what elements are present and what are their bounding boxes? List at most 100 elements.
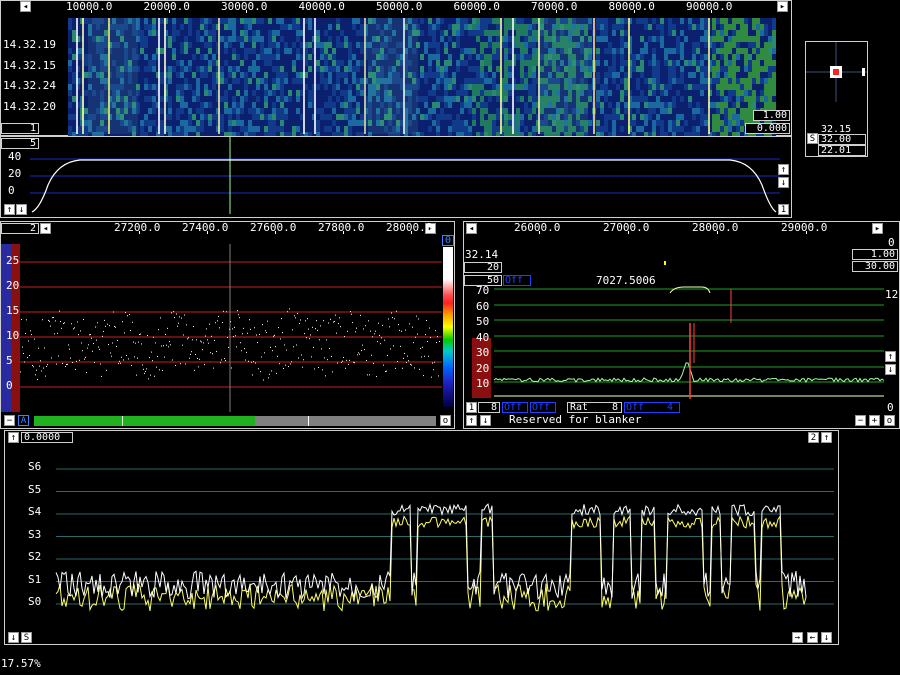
waterfall-pixel [204,24,208,30]
waterfall-image[interactable] [68,18,776,138]
waterfall-pixel [644,30,648,36]
smeter-down-button[interactable]: ↓ [8,632,19,643]
hires-scroll-right-button[interactable]: ▸ [872,223,883,234]
waterfall-offset-box[interactable]: 0.000 [745,123,790,134]
waterfall-pixel [172,54,176,60]
smeter-left-button[interactable]: ← [807,632,818,643]
waterfall-pixel [244,120,248,126]
waterfall-pixel [72,72,76,78]
baseband-dot [392,317,393,319]
spectrum-down-button[interactable]: ↓ [16,204,27,215]
waterfall-pixel [680,114,684,120]
hires-off-button-2[interactable]: Off [530,402,556,413]
waterfall-pixel [772,30,776,36]
smeter-right-button[interactable]: → [792,632,803,643]
waterfall-pixel [356,126,360,132]
waterfall-pixel [588,48,592,54]
smeter-up-button[interactable]: ↑ [8,432,19,443]
hires-box-20[interactable]: 20 [464,262,502,273]
waterfall-pixel [604,72,608,78]
hires-down-button[interactable]: ↓ [885,364,896,375]
waterfall-pixel [664,90,668,96]
waterfall-gain-box[interactable]: 1.00 [753,110,790,121]
waterfall-pixel [328,48,332,54]
spectrum-up-button[interactable]: ↑ [4,204,15,215]
hires-box-1[interactable]: 1 [466,402,477,413]
smeter-right-down-button[interactable]: ↓ [821,632,832,643]
waterfall-pixel [292,96,296,102]
waterfall-pixel [168,114,172,120]
waterfall-pixel [488,30,492,36]
baseband-dot [119,360,120,362]
baseband-dot [235,335,236,337]
hires-off-button-3[interactable]: Off 4 [624,402,680,413]
spectrum-average-box[interactable]: 5 [1,138,39,149]
waterfall-pixel [332,54,336,60]
spectrum-right-down-button[interactable]: ↓ [778,177,789,188]
baseband-dot [295,317,296,319]
waterfall-pixel [268,36,272,42]
waterfall-pixel [520,18,524,24]
baseband-a-button[interactable]: A [18,415,29,426]
smeter-graph[interactable] [55,455,836,630]
hires-off-button-1[interactable]: Off [502,402,528,413]
waterfall-pixel [524,120,528,126]
waterfall-pixel [620,114,624,120]
smeter-right-up-button[interactable]: ↑ [821,432,832,443]
waterfall-zoom-box[interactable]: 1 [1,123,39,134]
spectrum-corner-box[interactable]: 1 [778,204,789,215]
baseband-box[interactable]: 2 [1,223,39,234]
waterfall-pixel [180,48,184,54]
waterfall-pixel [460,78,464,84]
waterfall-pixel [176,66,180,72]
baseband-dot [375,330,376,332]
waterfall-pixel [480,114,484,120]
waterfall-pixel [684,102,688,108]
waterfall-pixel [344,102,348,108]
hires-rat-label[interactable]: Rat 8 [567,402,622,413]
hires-plus-button[interactable]: + [869,415,880,426]
waterfall-pixel [460,102,464,108]
waterfall-scroll-left-button[interactable]: ◂ [20,1,31,12]
baseband-signal-bar[interactable] [34,416,436,426]
spectrum-graph[interactable] [30,136,780,214]
waterfall-pixel [324,54,328,60]
waterfall-pixel [272,96,276,102]
baseband-dot [186,324,187,326]
pointer-s-button[interactable]: S [807,133,818,144]
smeter-value-box[interactable]: 0.0000 [21,432,73,443]
hires-minus-button[interactable]: − [855,415,866,426]
hires-down-small-button[interactable]: ↓ [480,415,491,426]
baseband-scroll-left-button[interactable]: ◂ [40,223,51,234]
hires-up-small-button[interactable]: ↑ [466,415,477,426]
waterfall-pixel [616,114,620,120]
baseband-o-button[interactable]: o [440,415,451,426]
hires-spectrum-graph[interactable] [493,261,885,399]
baseband-dot [174,317,175,319]
hires-o-button[interactable]: o [884,415,895,426]
hires-gain-box[interactable]: 1.00 [852,249,898,260]
waterfall-carrier-line [708,18,710,134]
waterfall-pixel [520,102,524,108]
waterfall-pixel [656,108,660,114]
baseband-graph[interactable] [20,244,442,412]
hires-scroll-left-button[interactable]: ◂ [466,223,477,234]
waterfall-pixel [596,126,600,132]
smeter-s-button[interactable]: S [21,632,32,643]
hires-up-button[interactable]: ↑ [885,351,896,362]
waterfall-scroll-right-button[interactable]: ▸ [777,1,788,12]
waterfall-pixel [268,108,272,114]
waterfall-pixel [152,24,156,30]
waterfall-pixel [308,108,312,114]
spectrum-right-up-button[interactable]: ↑ [778,164,789,175]
hires-box-8[interactable]: 8 [478,402,500,413]
waterfall-pixel [612,42,616,48]
smeter-box-2[interactable]: 2 [808,432,819,443]
hires-range-box[interactable]: 30.00 [852,261,898,272]
baseband-minus-button[interactable]: − [4,415,15,426]
waterfall-pixel [656,66,660,72]
waterfall-pixel [620,120,624,126]
waterfall-pixel [444,66,448,72]
waterfall-pixel [228,120,232,126]
waterfall-pixel [624,102,628,108]
